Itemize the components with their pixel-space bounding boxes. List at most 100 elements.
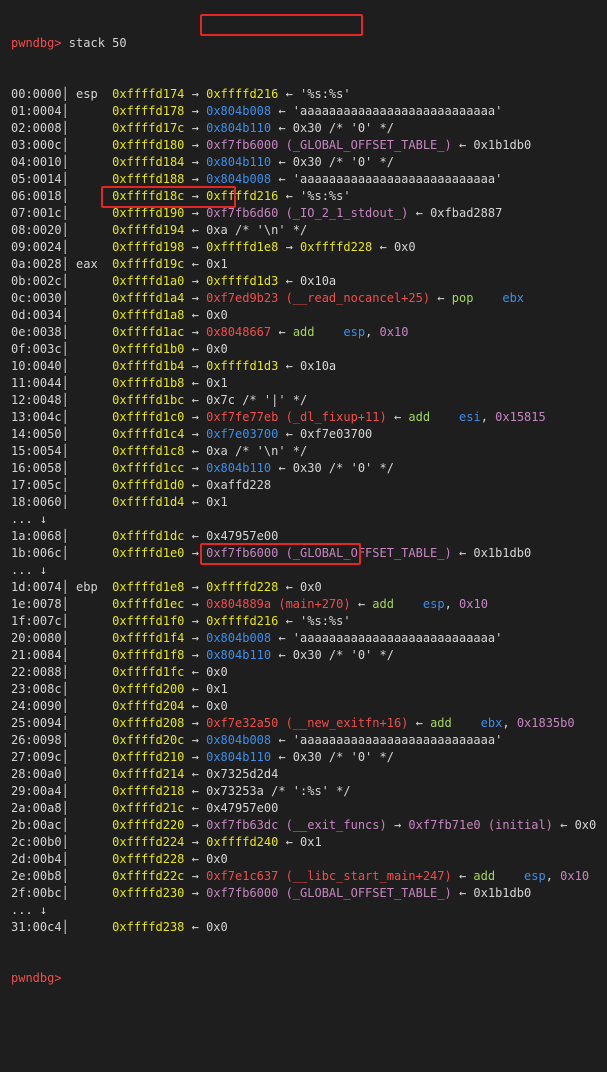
stack-segment: ← 0x1 [184, 376, 228, 390]
stack-segment: 0xffffd210 [112, 750, 185, 764]
stack-segment: (_GLOBAL_OFFSET_TABLE_) [278, 886, 452, 900]
stack-segment: 0xffffd1d4 [112, 495, 185, 509]
stack-segment: 0xffffd208 [112, 716, 185, 730]
stack-segment: → [184, 580, 207, 594]
stack-segment: 00:0000 [11, 87, 62, 101]
stack-segment: 0x804b008 [206, 631, 272, 645]
stack-line: 01:0004│ 0xffffd178 → 0x804b008 ← 'aaaaa… [11, 103, 607, 120]
stack-segment: 0xffffd228 [206, 580, 279, 594]
stack-segment: , [502, 716, 517, 730]
stack-segment: 31:00c4 [11, 920, 62, 934]
stack-segment: │ [61, 104, 113, 118]
stack-segment: 0xffffd1c4 [112, 427, 185, 441]
stack-segment: 27:009c [11, 750, 62, 764]
stack-segment: , [365, 325, 380, 339]
stack-segment: add [292, 325, 315, 339]
stack-segment: │ eax [61, 257, 113, 271]
stack-line: 0f:003c│ 0xffffd1b0 ← 0x0 [11, 341, 607, 358]
stack-line: 0c:0030│ 0xffffd1a4 → 0xf7ed9b23 (__read… [11, 290, 607, 307]
stack-segment: ← 0x1b1db0 [451, 546, 532, 560]
stack-segment: 0xffffd238 [112, 920, 185, 934]
stack-segment: ... ↓ [11, 512, 48, 526]
stack-segment: ← 0xf7e03700 [278, 427, 373, 441]
stack-line: 12:0048│ 0xffffd1bc ← 0x7c /* '|' */ [11, 392, 607, 409]
stack-segment: │ [61, 597, 113, 611]
prompt: pwndbg> [11, 36, 62, 50]
stack-segment: │ [61, 818, 113, 832]
stack-segment: 0xffffd216 [206, 87, 279, 101]
stack-segment: 2a:00a8 [11, 801, 62, 815]
stack-segment: → [184, 172, 207, 186]
stack-segment: → [184, 597, 207, 611]
stack-segment: esi [459, 410, 481, 424]
stack-segment: 0xffffd1dc [112, 529, 185, 543]
stack-segment: │ [61, 138, 113, 152]
stack-segment: → [184, 546, 207, 560]
stack-segment: 01:0004 [11, 104, 62, 118]
stack-segment: 0xffffd1fc [112, 665, 185, 679]
stack-line: 2f:00bc│ 0xffffd230 → 0xf7fb6000 (_GLOBA… [11, 885, 607, 902]
stack-segment: ← 0x10a [278, 359, 337, 373]
stack-segment: esp [422, 597, 445, 611]
stack-segment: → [184, 648, 207, 662]
command-line: pwndbg> stack 50 [11, 35, 607, 52]
stack-segment: 10:0040 [11, 359, 62, 373]
terminal-window[interactable]: pwndbg> stack 50 00:0000│ esp 0xffffd174… [0, 0, 607, 1072]
stack-segment: │ [61, 274, 113, 288]
stack-segment: → [184, 835, 207, 849]
stack-line: 16:0058│ 0xffffd1cc → 0x804b110 ← 0x30 /… [11, 460, 607, 477]
stack-segment: 0xffffd1c8 [112, 444, 185, 458]
stack-segment: │ [61, 716, 113, 730]
stack-segment: ← 0xa /* '\n' */ [184, 444, 308, 458]
stack-segment: 0x804b110 [206, 121, 272, 135]
stack-segment: , [480, 410, 496, 424]
stack-segment: 04:0010 [11, 155, 62, 169]
stack-segment: → [184, 869, 207, 883]
stack-line: ... ↓ [11, 511, 607, 528]
stack-segment: 0c:0030 [11, 291, 62, 305]
stack-segment: │ [61, 461, 113, 475]
stack-segment: 22:0088 [11, 665, 62, 679]
stack-segment: ← 0x30 /* '0' */ [271, 750, 394, 764]
end-prompt-line[interactable]: pwndbg> [11, 970, 607, 987]
stack-segment: ← 0x0 [372, 240, 416, 254]
stack-segment: ← [271, 325, 293, 339]
stack-line: 24:0090│ 0xffffd204 ← 0x0 [11, 698, 607, 715]
stack-line: 0a:0028│ eax 0xffffd19c ← 0x1 [11, 256, 607, 273]
stack-segment: 0xffffd198 [112, 240, 185, 254]
stack-line: 31:00c4│ 0xffffd238 ← 0x0 [11, 919, 607, 936]
stack-segment: 0xffffd1f4 [112, 631, 185, 645]
stack-segment: 0xffffd240 [206, 835, 279, 849]
stack-segment: ← 0x0 [552, 818, 597, 832]
stack-segment: │ [61, 495, 113, 509]
stack-segment: 0xffffd1e8 [112, 580, 185, 594]
stack-segment: 2b:00ac [11, 818, 62, 832]
stack-line: 06:0018│ 0xffffd18c → 0xffffd216 ← '%s:%… [11, 188, 607, 205]
stack-segment: 1a:0068 [11, 529, 62, 543]
stack-line: 03:000c│ 0xffffd180 → 0xf7fb6000 (_GLOBA… [11, 137, 607, 154]
stack-line: 04:0010│ 0xffffd184 → 0x804b110 ← 0x30 /… [11, 154, 607, 171]
stack-segment: 0x804b110 [206, 750, 272, 764]
stack-segment: ← 0x1 [278, 835, 322, 849]
stack-segment: ebx [480, 716, 503, 730]
stack-segment: 29:00a4 [11, 784, 62, 798]
stack-segment: 24:0090 [11, 699, 62, 713]
stack-segment: → [184, 427, 207, 441]
stack-segment: 1e:0078 [11, 597, 62, 611]
stack-segment: → [184, 155, 207, 169]
stack-output: 00:0000│ esp 0xffffd174 → 0xffffd216 ← '… [11, 86, 607, 936]
stack-segment: 0xffffd1e0 [112, 546, 185, 560]
stack-segment: │ [61, 427, 113, 441]
stack-segment: 0xffffd20c [112, 733, 185, 747]
stack-segment: │ [61, 733, 113, 747]
stack-segment: → [184, 410, 207, 424]
stack-segment: → [184, 138, 207, 152]
stack-segment: 21:0084 [11, 648, 62, 662]
stack-segment: → [184, 631, 207, 645]
stack-segment: add [372, 597, 394, 611]
stack-line: 2d:00b4│ 0xffffd228 ← 0x0 [11, 851, 607, 868]
stack-segment: │ [61, 750, 113, 764]
stack-segment: 1d:0074 [11, 580, 62, 594]
stack-segment: 0xffffd224 [112, 835, 185, 849]
stack-segment: 0x10 [379, 325, 409, 339]
